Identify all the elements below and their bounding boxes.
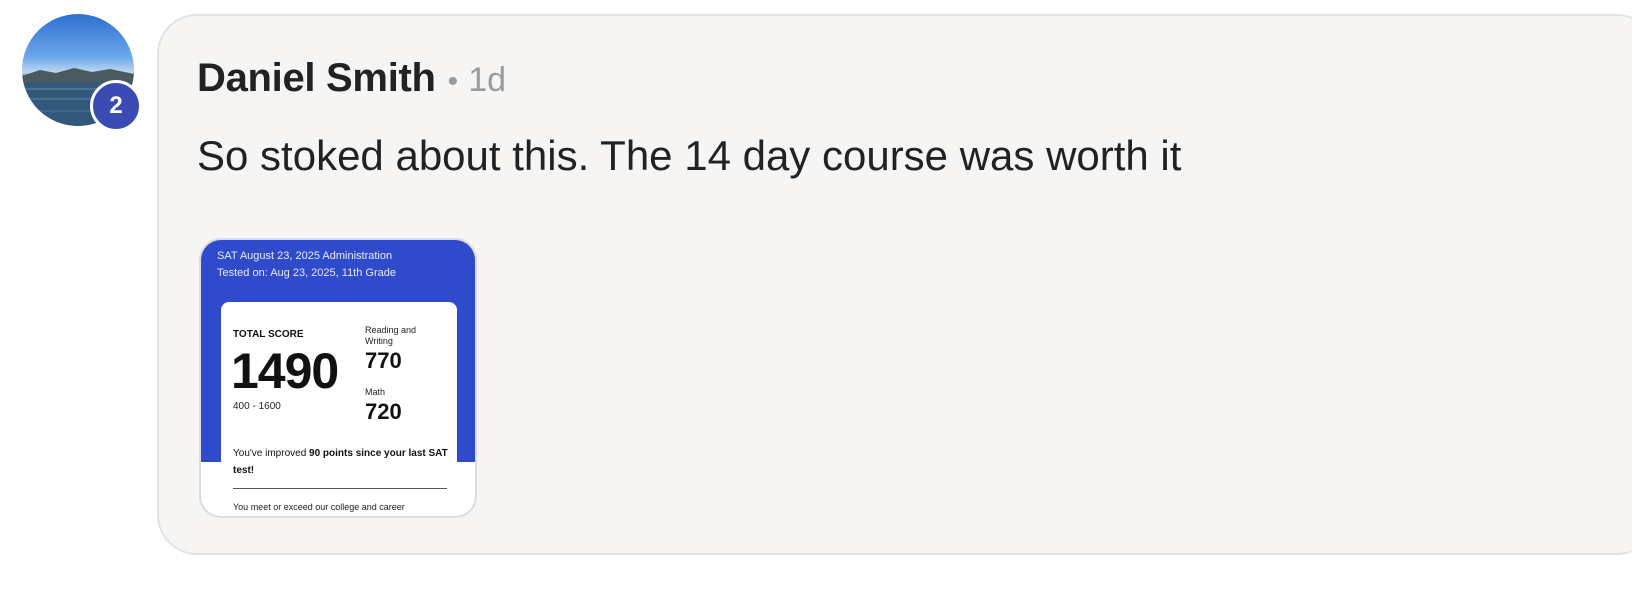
score-range: 400 - 1600 [233,401,281,412]
improvement-note: You've improved 90 points since your las… [233,445,449,479]
total-score-label: TOTAL SCORE [233,329,304,340]
comment-header: Daniel Smith • 1d [197,56,506,101]
image-attachment[interactable]: SAT August 23, 2025 Administration Teste… [199,238,477,518]
avatar-wrap[interactable]: 2 [22,14,142,132]
reading-writing-label: Reading and Writing [365,325,417,346]
attachment-header-line2: Tested on: Aug 23, 2025, 11th Grade [217,267,396,279]
reading-writing-score: 770 [365,348,402,373]
author-name[interactable]: Daniel Smith [197,56,436,101]
comment-bubble: Daniel Smith • 1d So stoked about this. … [157,14,1632,555]
math-score: 720 [365,399,402,424]
comment-text: So stoked about this. The 14 day course … [197,132,1182,179]
timestamp[interactable]: 1d [468,61,506,100]
score-card: TOTAL SCORE 1490 400 - 1600 Reading and … [221,302,457,516]
total-score-value: 1490 [231,343,339,399]
level-badge: 2 [90,80,142,132]
attachment-header-line1: SAT August 23, 2025 Administration [217,250,393,262]
attachment-header: SAT August 23, 2025 Administration Teste… [217,248,396,282]
benchmark-note: You meet or exceed our college and caree… [233,502,405,512]
improvement-prefix: You've improved [233,448,310,459]
card-divider [233,488,447,489]
math-label: Math [365,387,386,397]
separator-dot: • [447,65,459,98]
comment-row: 2 Daniel Smith • 1d So stoked about this… [0,0,1632,607]
